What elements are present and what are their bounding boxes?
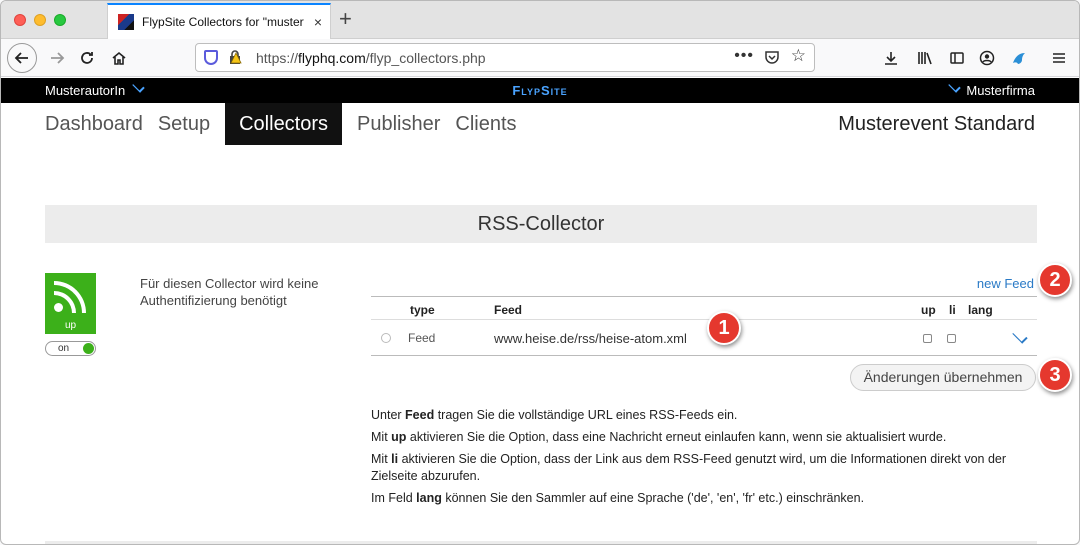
- collector-toggle[interactable]: on: [45, 341, 96, 356]
- row-feed-url[interactable]: www.heise.de/rss/heise-atom.xml: [494, 331, 687, 346]
- main-nav: Dashboard Setup Collectors Publisher Cli…: [45, 103, 532, 145]
- next-section-edge: [45, 541, 1037, 544]
- browser-tab-active[interactable]: FlypSite Collectors for "musterf ×: [107, 3, 331, 39]
- url-scheme: https://: [256, 50, 299, 66]
- library-button[interactable]: [911, 44, 939, 72]
- app-menu-button[interactable]: [1045, 44, 1073, 72]
- nav-item-publisher[interactable]: Publisher: [357, 103, 440, 145]
- help-text: Unter Feed tragen Sie die vollständige U…: [371, 407, 1041, 512]
- library-icon: [918, 52, 932, 65]
- download-icon: [885, 52, 897, 65]
- rss-status-label: up: [64, 320, 77, 331]
- downloads-button[interactable]: [877, 44, 905, 72]
- auth-description: Für diesen Collector wird keine Authenti…: [140, 276, 319, 308]
- new-tab-button[interactable]: +: [339, 7, 352, 31]
- table-row[interactable]: Feed www.heise.de/rss/heise-atom.xml: [371, 320, 1037, 356]
- browser-window: FlypSite Collectors for "musterf × + htt…: [0, 0, 1080, 545]
- brand-logo: FlypSite: [512, 83, 568, 98]
- forward-button[interactable]: [43, 44, 71, 72]
- company-dropdown[interactable]: Musterfirma: [941, 80, 1035, 98]
- nav-item-setup[interactable]: Setup: [158, 103, 210, 145]
- reload-button[interactable]: [73, 44, 101, 72]
- arrow-right-icon: [51, 52, 65, 64]
- event-name[interactable]: Musterevent Standard: [838, 113, 1035, 136]
- browser-toolbar: https://flyphq.com/flyp_collectors.php •…: [1, 39, 1079, 77]
- insecure-lock-icon[interactable]: [228, 50, 242, 65]
- sidebar-icon: [950, 52, 964, 64]
- rss-icon: up: [45, 273, 96, 334]
- nav-item-collectors[interactable]: Collectors: [225, 103, 343, 145]
- home-icon: [112, 51, 126, 65]
- table-header: type Feed up li lang: [371, 296, 1037, 320]
- extension-dolphin-button[interactable]: [1005, 44, 1033, 72]
- new-feed-link[interactable]: new Feed: [977, 276, 1034, 291]
- chevron-down-icon: [948, 80, 962, 93]
- dolphin-extension-icon: [1013, 53, 1025, 64]
- annotation-badge-2: 2: [1038, 263, 1072, 297]
- col-type: type: [410, 303, 435, 317]
- col-feed: Feed: [494, 303, 523, 317]
- browser-tabbar: FlypSite Collectors for "musterf × +: [1, 1, 1079, 39]
- annotation-badge-3: 3: [1038, 358, 1072, 392]
- reload-icon: [81, 52, 93, 64]
- nav-item-dashboard[interactable]: Dashboard: [45, 103, 143, 145]
- help-line-li: Mit li aktivieren Sie die Option, dass d…: [371, 452, 1007, 483]
- section-title: RSS-Collector: [45, 205, 1037, 243]
- account-button[interactable]: [973, 44, 1001, 72]
- row-li-checkbox[interactable]: [947, 334, 956, 343]
- apply-changes-button[interactable]: Änderungen übernehmen: [850, 364, 1036, 391]
- zoom-window-button[interactable]: [54, 14, 66, 26]
- site-header-bar: MusterautorIn FlypSite Musterfirma: [1, 78, 1079, 103]
- back-button[interactable]: [7, 43, 37, 73]
- annotation-badge-1: 1: [707, 311, 741, 345]
- close-window-button[interactable]: [14, 14, 26, 26]
- feed-table: type Feed up li lang Feed www.heise.de/r…: [371, 296, 1037, 356]
- arrow-left-icon: [14, 52, 28, 64]
- hamburger-menu-icon: [1053, 53, 1065, 63]
- col-lang: lang: [968, 303, 993, 317]
- flypsite-favicon-icon: [118, 14, 134, 30]
- nav-item-clients[interactable]: Clients: [455, 103, 516, 145]
- toggle-label: on: [58, 343, 70, 354]
- row-select-radio[interactable]: [381, 333, 391, 343]
- home-button[interactable]: [105, 44, 133, 72]
- col-li: li: [949, 303, 956, 317]
- account-icon: [979, 50, 995, 66]
- tracking-protection-shield-icon[interactable]: [204, 50, 218, 65]
- url-path: /flyp_collectors.php: [365, 50, 486, 66]
- sidebar-button[interactable]: [943, 44, 971, 72]
- url-bar[interactable]: https://flyphq.com/flyp_collectors.php •…: [195, 43, 815, 72]
- tab-title: FlypSite Collectors for "musterf: [142, 15, 304, 29]
- help-line-up: Mit up aktivieren Sie die Option, dass e…: [371, 430, 947, 444]
- page-actions-menu-icon[interactable]: •••: [734, 47, 754, 65]
- toggle-knob: [83, 343, 94, 354]
- row-type: Feed: [408, 331, 436, 345]
- url-text[interactable]: https://flyphq.com/flyp_collectors.php: [256, 50, 486, 66]
- row-expand-chevron-icon[interactable]: [1012, 328, 1028, 344]
- col-up: up: [921, 303, 936, 317]
- minimize-window-button[interactable]: [34, 14, 46, 26]
- bookmark-star-icon[interactable]: ☆: [791, 46, 806, 66]
- help-line-lang: Im Feld lang können Sie den Sammler auf …: [371, 491, 865, 505]
- help-line-feed: Unter Feed tragen Sie die vollständige U…: [371, 408, 738, 422]
- row-up-checkbox[interactable]: [923, 334, 932, 343]
- close-tab-icon[interactable]: ×: [314, 14, 322, 30]
- url-host: flyphq.com: [298, 50, 366, 66]
- pocket-icon[interactable]: [764, 49, 780, 65]
- company-name: Musterfirma: [966, 83, 1035, 98]
